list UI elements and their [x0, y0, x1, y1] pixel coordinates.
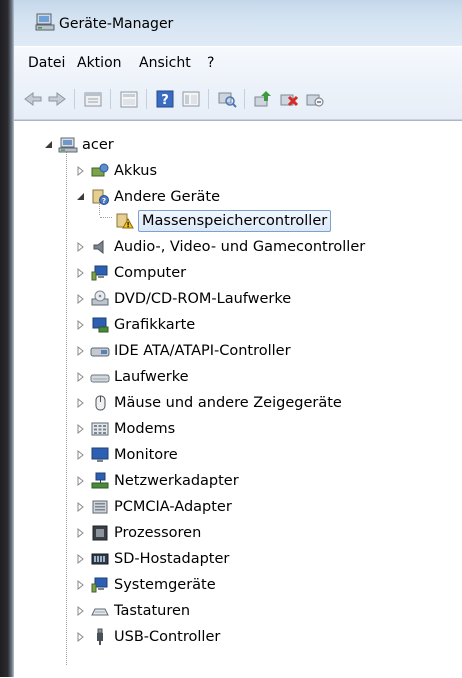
tree-node-prozessoren[interactable]: Prozessoren	[76, 521, 201, 545]
disable-icon[interactable]	[304, 89, 326, 109]
battery-icon	[91, 163, 109, 177]
tree-node-massenspeichercontroller[interactable]: Massenspeichercontroller	[114, 209, 332, 233]
tree-guide-line	[66, 151, 67, 665]
details-icon[interactable]	[180, 89, 202, 109]
toolbar-separator	[208, 89, 209, 109]
expand-triangle-icon[interactable]	[76, 632, 86, 642]
computer-root-icon	[58, 137, 78, 153]
collapse-triangle-icon[interactable]	[76, 192, 86, 202]
scan-hardware-icon[interactable]	[216, 89, 238, 109]
svg-text:?: ?	[102, 197, 106, 205]
device-manager-window: Geräte-Manager Datei Aktion Ansicht ? ? …	[0, 0, 462, 678]
menu-aktion[interactable]: Aktion	[77, 55, 122, 71]
tree-node-audio[interactable]: Audio-, Video- und Gamecontroller	[76, 235, 365, 259]
tree-node-ide[interactable]: IDE ATA/ATAPI-Controller	[76, 339, 291, 363]
tree-node-usb[interactable]: USB-Controller	[76, 625, 220, 649]
menu-datei[interactable]: Datei	[28, 55, 65, 71]
expand-triangle-icon[interactable]	[76, 528, 86, 538]
svg-text:?: ?	[161, 93, 169, 108]
expand-triangle-icon[interactable]	[76, 294, 86, 304]
warning-device-icon	[116, 213, 134, 229]
expand-triangle-icon[interactable]	[76, 242, 86, 252]
back-icon[interactable]	[22, 89, 44, 109]
forward-icon[interactable]	[46, 89, 68, 109]
tree-node-computer[interactable]: Computer	[76, 261, 186, 285]
expand-triangle-icon[interactable]	[76, 554, 86, 564]
tree-node-dvd[interactable]: DVD/CD-ROM-Laufwerke	[76, 287, 291, 311]
help-icon[interactable]: ?	[154, 89, 176, 109]
tree-root-label: acer	[82, 137, 114, 153]
tree-node-pcmcia[interactable]: PCMCIA-Adapter	[76, 495, 232, 519]
expand-triangle-icon[interactable]	[76, 502, 86, 512]
tree-node-root[interactable]: acer	[44, 133, 114, 157]
usb-icon	[97, 628, 103, 645]
pcmcia-icon	[92, 500, 108, 514]
modem-icon	[91, 422, 109, 436]
ide-controller-icon	[90, 347, 110, 357]
tree-node-monitore[interactable]: Monitore	[76, 443, 178, 467]
window-frame-left	[0, 0, 14, 677]
tree-node-maeuse[interactable]: Mäuse und andere Zeigegeräte	[76, 391, 342, 415]
system-device-icon	[91, 577, 108, 593]
toolbar-separator	[146, 89, 147, 109]
uninstall-icon[interactable]	[278, 89, 300, 109]
collapse-triangle-icon[interactable]	[44, 140, 54, 150]
tree-node-akkus[interactable]: Akkus	[76, 159, 157, 183]
menu-help[interactable]: ?	[207, 55, 214, 71]
properties-icon[interactable]	[82, 89, 104, 109]
expand-triangle-icon[interactable]	[76, 320, 86, 330]
mouse-icon	[95, 395, 106, 411]
expand-triangle-icon[interactable]	[76, 450, 86, 460]
keyboard-icon	[91, 608, 109, 616]
expand-triangle-icon[interactable]	[76, 476, 86, 486]
tree-node-modems[interactable]: Modems	[76, 417, 175, 441]
toolbar: ?	[14, 79, 462, 120]
unknown-device-icon: ?	[92, 189, 109, 205]
title-bar[interactable]: Geräte-Manager	[14, 0, 462, 46]
device-tree[interactable]: acer Akkus ? Andere Geräte Massenspeiche…	[14, 120, 462, 678]
toolbar-separator	[110, 89, 111, 109]
tree-node-systemgeraete[interactable]: Systemgeräte	[76, 573, 216, 597]
toolbar-separator	[74, 89, 75, 109]
expand-triangle-icon[interactable]	[76, 346, 86, 356]
tree-node-tastaturen[interactable]: Tastaturen	[76, 599, 190, 623]
dvd-drive-icon	[91, 290, 109, 306]
expand-triangle-icon[interactable]	[76, 398, 86, 408]
window-title: Geräte-Manager	[59, 16, 174, 32]
computer-icon	[91, 265, 108, 281]
tree-node-grafikkarte[interactable]: Grafikkarte	[76, 313, 195, 337]
menu-bar: Datei Aktion Ansicht ?	[14, 46, 462, 80]
processor-icon	[92, 525, 108, 541]
expand-triangle-icon[interactable]	[76, 166, 86, 176]
expand-triangle-icon[interactable]	[76, 268, 86, 278]
expand-triangle-icon[interactable]	[76, 580, 86, 590]
tree-node-laufwerke[interactable]: Laufwerke	[76, 365, 189, 389]
network-adapter-icon	[91, 472, 109, 489]
tree-node-sd-hostadapter[interactable]: SD-Hostadapter	[76, 547, 229, 571]
menu-ansicht[interactable]: Ansicht	[139, 55, 191, 71]
expand-triangle-icon[interactable]	[76, 424, 86, 434]
device-manager-app-icon	[35, 13, 55, 31]
sd-host-icon	[91, 553, 109, 565]
tree-node-andere-geraete[interactable]: ? Andere Geräte	[76, 185, 220, 209]
expand-triangle-icon[interactable]	[76, 606, 86, 616]
disk-drive-icon	[90, 374, 110, 383]
monitor-icon	[91, 447, 109, 462]
expand-triangle-icon[interactable]	[76, 372, 86, 382]
toolbar-separator	[244, 89, 245, 109]
tree-node-netzwerkadapter[interactable]: Netzwerkadapter	[76, 469, 239, 493]
update-driver-icon[interactable]	[252, 89, 274, 109]
speaker-icon	[93, 239, 104, 255]
tree-guide-line	[100, 217, 112, 218]
show-hide-tree-icon[interactable]	[118, 89, 140, 109]
display-adapter-icon	[92, 317, 109, 333]
